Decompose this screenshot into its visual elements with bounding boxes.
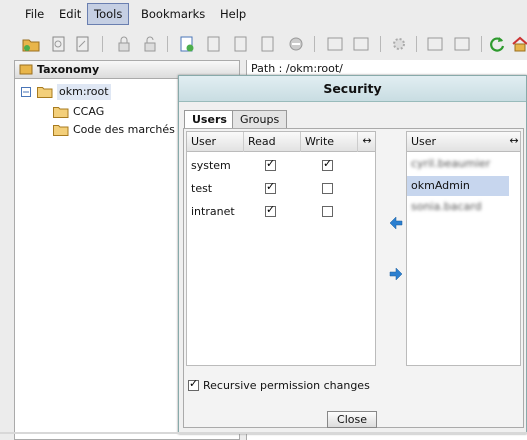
column-user[interactable]: User <box>407 132 507 152</box>
security-dialog: Security Users Groups User Read Write ↔ … <box>178 75 527 434</box>
column-user[interactable]: User <box>187 132 244 152</box>
recursive-checkbox[interactable] <box>188 377 199 391</box>
taxonomy-icon <box>19 64 33 75</box>
add-document-icon[interactable] <box>178 35 196 53</box>
add-property-icon[interactable] <box>426 35 444 53</box>
arrow-left-icon[interactable] <box>389 216 403 230</box>
edit-document-icon[interactable] <box>205 35 223 53</box>
toolbar <box>0 30 527 58</box>
column-resize-icon[interactable]: ↔ <box>507 134 521 148</box>
folder-open-icon <box>37 87 53 98</box>
granted-users-grid: User Read Write ↔ system test intranet <box>186 131 376 366</box>
read-checkbox[interactable] <box>265 203 276 217</box>
list-item[interactable]: sonia.bacard <box>407 197 509 217</box>
find-folder-icon[interactable] <box>50 35 68 53</box>
toolbar-separator <box>416 36 417 52</box>
column-read[interactable]: Read <box>244 132 301 152</box>
write-checkbox[interactable] <box>322 206 333 217</box>
checkout-icon[interactable] <box>232 35 250 53</box>
cancel-checkout-icon[interactable] <box>287 35 305 53</box>
write-checkbox[interactable] <box>322 183 333 194</box>
lock-icon[interactable] <box>115 35 133 53</box>
home-icon[interactable] <box>511 35 527 53</box>
arrow-right-icon[interactable] <box>389 267 403 281</box>
taxonomy-title: Taxonomy <box>37 63 100 76</box>
toolbar-separator <box>380 36 381 52</box>
toolbar-separator <box>481 36 482 52</box>
export-icon[interactable] <box>352 35 370 53</box>
tree-label[interactable]: Code des marchés <box>73 122 175 138</box>
menu-bookmarks[interactable]: Bookmarks <box>134 3 212 25</box>
menu-file[interactable]: File <box>18 3 51 25</box>
menu-bar: File Edit Tools Bookmarks Help <box>0 0 527 28</box>
menu-tools[interactable]: Tools <box>87 3 130 25</box>
new-folder-icon[interactable] <box>22 35 40 53</box>
dialog-title[interactable]: Security <box>179 76 526 102</box>
tab-groups[interactable]: Groups <box>232 110 288 129</box>
column-resize-icon[interactable]: ↔ <box>360 134 374 148</box>
refresh-icon[interactable] <box>488 35 506 53</box>
checkin-icon[interactable] <box>259 35 277 53</box>
remove-property-icon[interactable] <box>453 35 471 53</box>
unlock-icon[interactable] <box>141 35 159 53</box>
toolbar-separator <box>314 36 315 52</box>
tab-users[interactable]: Users <box>184 110 235 130</box>
tree-label-root[interactable]: okm:root <box>57 84 111 100</box>
menu-edit[interactable]: Edit <box>52 3 88 25</box>
folder-icon <box>53 107 69 118</box>
list-item[interactable]: cyril.beaumier <box>407 154 509 174</box>
read-checkbox[interactable] <box>265 157 276 171</box>
toolbar-separator <box>167 36 168 52</box>
table-row-user: system <box>191 159 231 172</box>
download-icon[interactable] <box>326 35 344 53</box>
recursive-label[interactable]: Recursive permission changes <box>203 379 370 392</box>
list-item-selected[interactable]: okmAdmin <box>407 176 509 196</box>
tree-label[interactable]: CCAG <box>73 104 104 120</box>
table-row-user: intranet <box>191 205 235 218</box>
table-row-user: test <box>191 182 213 195</box>
read-checkbox[interactable] <box>265 180 276 194</box>
find-document-icon[interactable] <box>74 35 92 53</box>
close-button[interactable]: Close <box>327 411 377 428</box>
tab-panel: User Read Write ↔ system test intranet U… <box>183 128 524 428</box>
column-write[interactable]: Write <box>301 132 358 152</box>
folder-icon <box>53 125 69 136</box>
toolbar-separator <box>102 36 103 52</box>
menu-help[interactable]: Help <box>213 3 253 25</box>
workflow-gear-icon[interactable] <box>390 35 408 53</box>
available-users-grid: User ↔ cyril.beaumier okmAdmin sonia.bac… <box>406 131 521 366</box>
collapse-icon[interactable] <box>21 87 31 97</box>
grid-header: User Read Write ↔ <box>187 132 375 152</box>
write-checkbox[interactable] <box>322 157 333 171</box>
grid-header: User ↔ <box>407 132 520 152</box>
